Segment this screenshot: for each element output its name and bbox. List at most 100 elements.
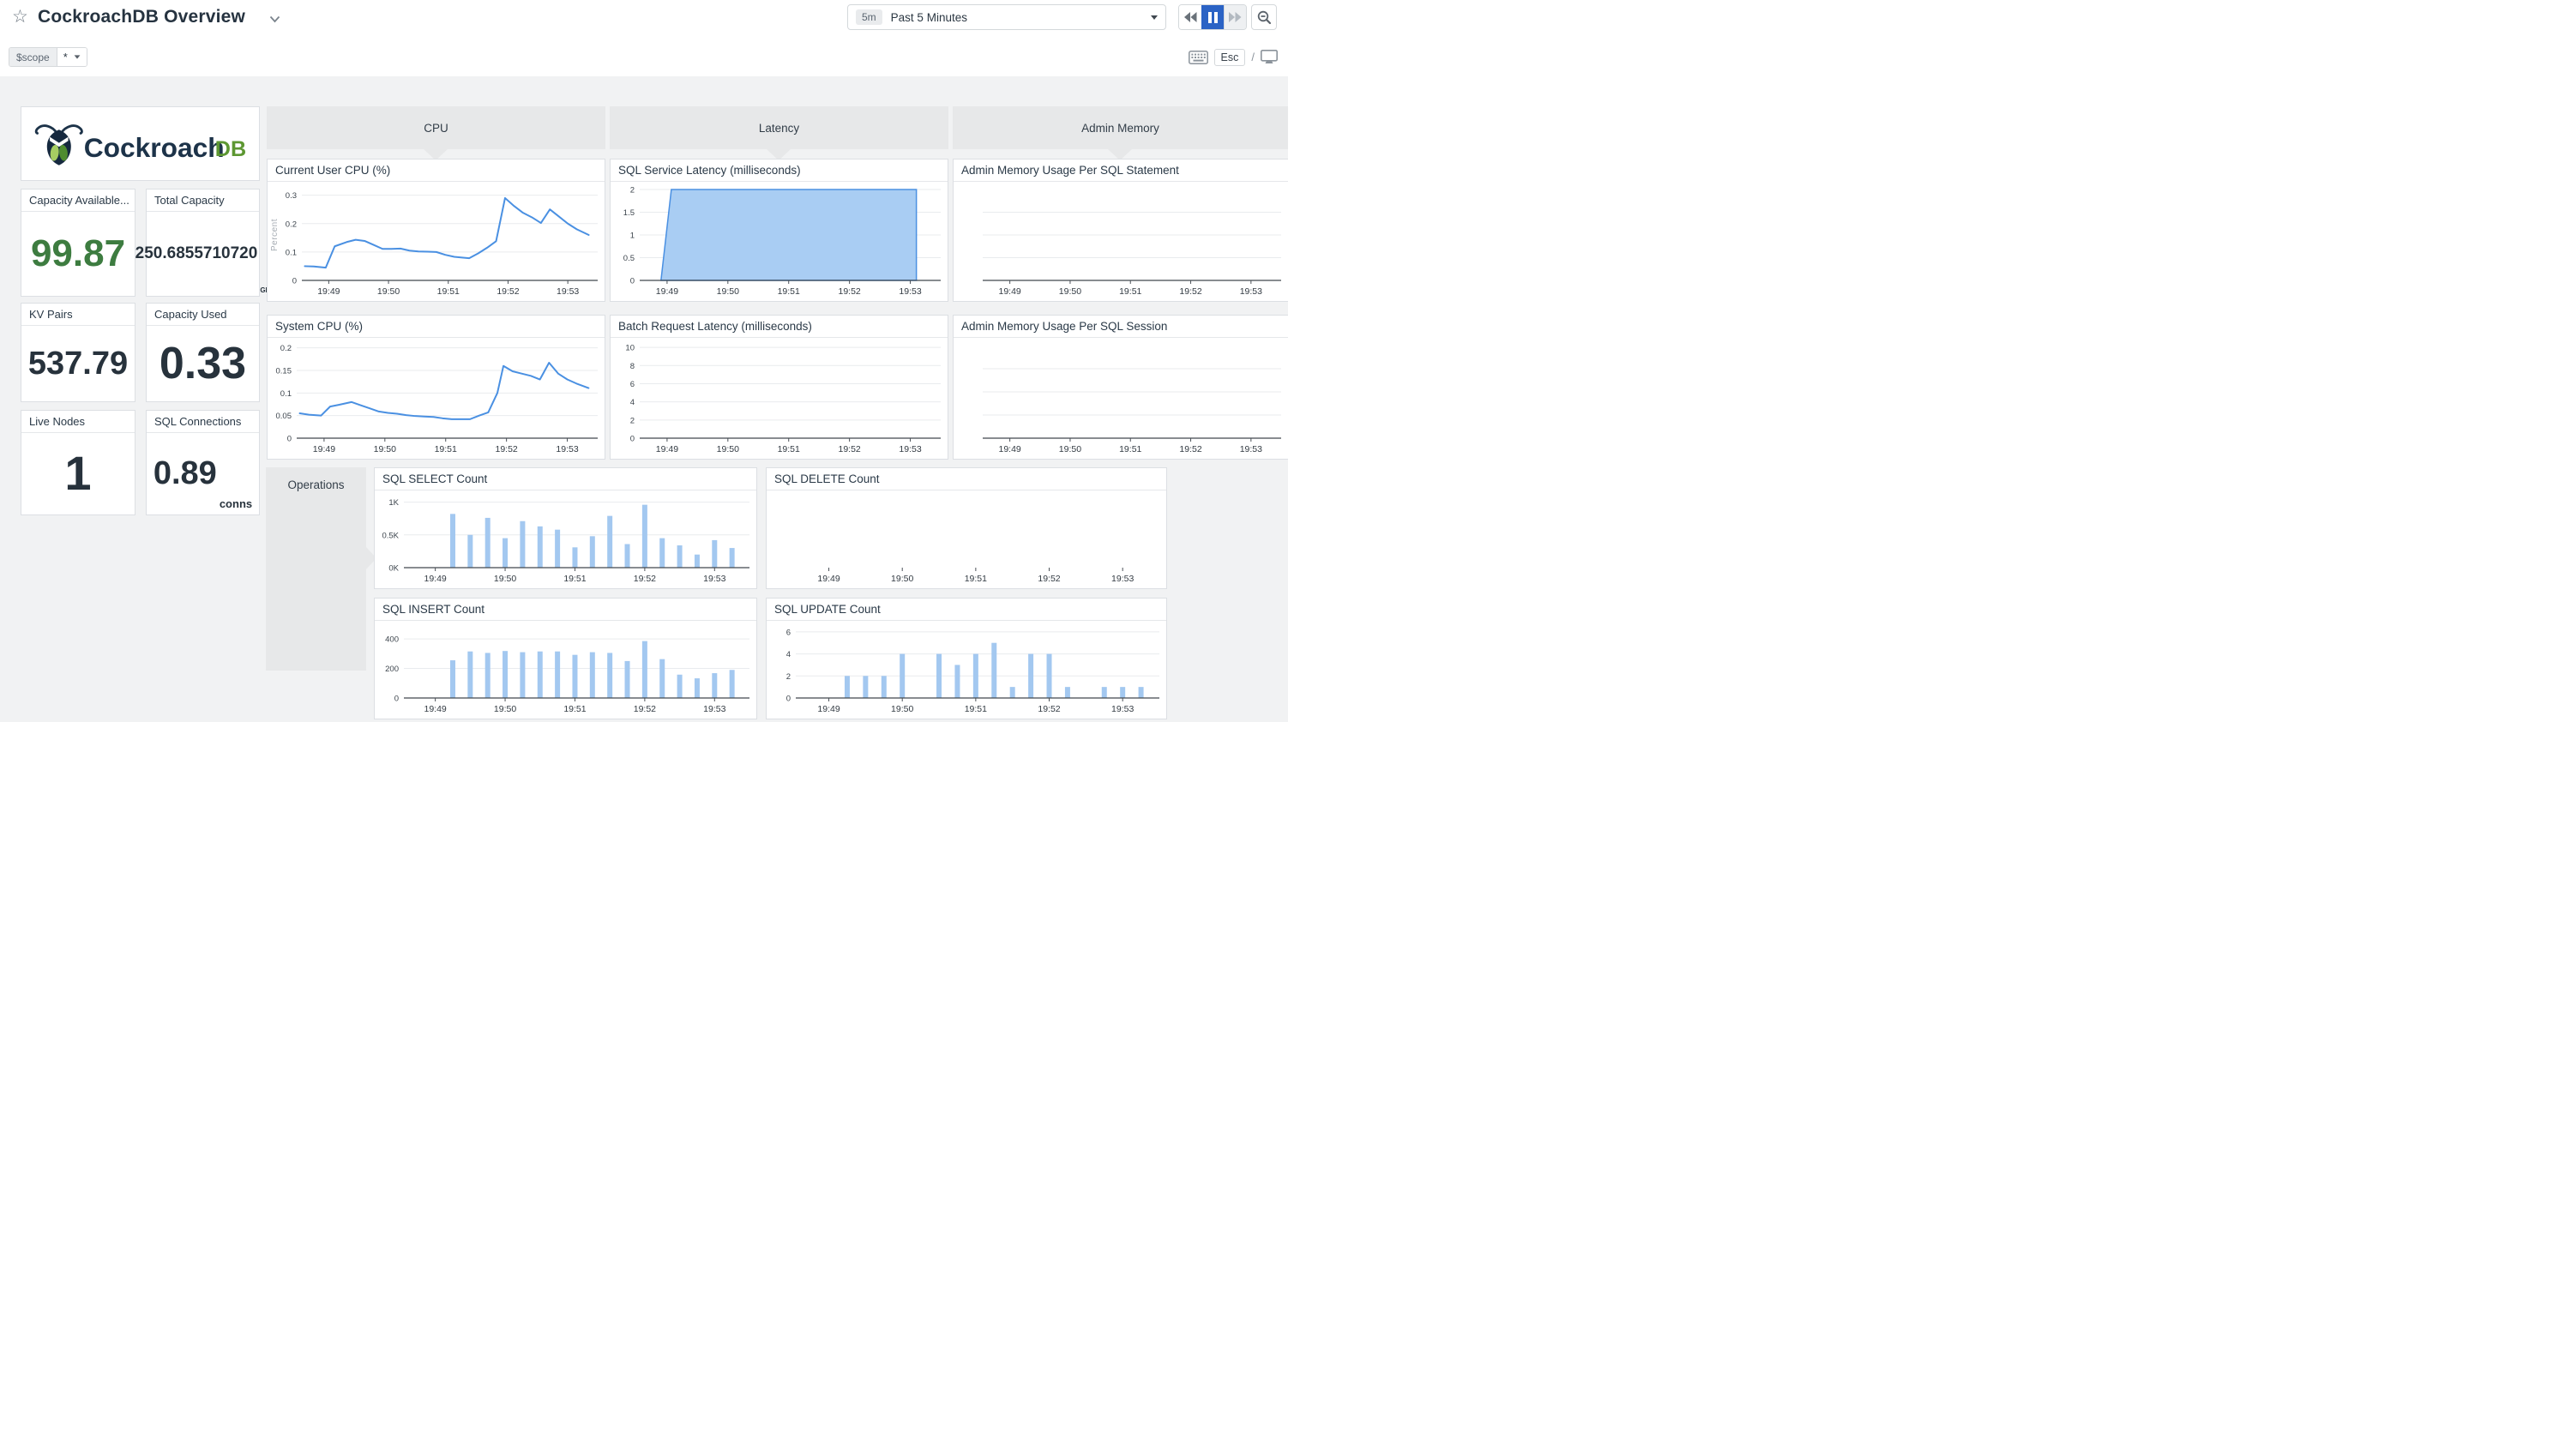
esc-button[interactable]: Esc	[1213, 48, 1246, 66]
svg-text:19:52: 19:52	[497, 286, 519, 297]
svg-text:19:50: 19:50	[494, 704, 516, 714]
chart-title: Current User CPU (%)	[268, 159, 605, 182]
svg-text:6: 6	[786, 628, 791, 637]
group-label: CPU	[424, 121, 448, 135]
group-header-cpu[interactable]: CPU	[267, 106, 605, 149]
chart-title: Admin Memory Usage Per SQL Statement	[954, 159, 1288, 182]
chart-title: SQL INSERT Count	[375, 599, 756, 621]
page-title: CockroachDB Overview	[38, 7, 246, 27]
fast-forward-button[interactable]	[1224, 5, 1246, 29]
sql-select-count-chart[interactable]: 0K 0.5K 1K 19:49 19:50 19:51 19:52 19:53	[375, 491, 756, 588]
svg-text:19:49: 19:49	[998, 286, 1020, 297]
scope-value-label: *	[63, 51, 68, 63]
svg-text:19:52: 19:52	[838, 286, 860, 297]
stat-capacity-used: Capacity Used 0.33	[146, 303, 260, 402]
stat-value: 0.33	[159, 338, 247, 388]
svg-text:19:49: 19:49	[313, 444, 335, 454]
svg-text:19:53: 19:53	[899, 444, 921, 454]
time-range-caret-icon	[1151, 15, 1158, 20]
svg-text:1: 1	[630, 232, 635, 241]
svg-text:4: 4	[786, 650, 791, 659]
svg-text:0K: 0K	[388, 564, 399, 574]
svg-text:19:51: 19:51	[435, 444, 457, 454]
time-range-select[interactable]: 5m Past 5 Minutes	[847, 4, 1166, 30]
svg-text:Percent: Percent	[270, 219, 280, 251]
svg-text:19:53: 19:53	[1111, 574, 1134, 584]
favorite-star-icon[interactable]: ☆	[12, 6, 28, 27]
stat-total-capacity: Total Capacity 250.6855710720 GB	[135, 189, 270, 297]
svg-text:19:51: 19:51	[778, 286, 800, 297]
svg-text:19:50: 19:50	[717, 444, 739, 454]
svg-text:19:53: 19:53	[1240, 286, 1262, 297]
svg-text:0.05: 0.05	[276, 412, 292, 421]
logo-suffix: DB	[214, 137, 245, 161]
chart-panel-sql-select: SQL SELECT Count 0K 0.5K 1K 19:49 19:50 19:51…	[374, 467, 757, 589]
fullscreen-monitor-icon[interactable]	[1261, 50, 1278, 64]
playback-controls	[1178, 4, 1247, 30]
svg-text:19:52: 19:52	[838, 444, 860, 454]
current-user-cpu-chart[interactable]: 0 0.1 0.2 0.3 19:49 19:50 19:51 19:52 19:53 Perce…	[268, 183, 605, 301]
stat-capacity-available: Capacity Available... 99.87	[21, 189, 135, 297]
chart-title: SQL Service Latency (milliseconds)	[611, 159, 948, 182]
zoom-out-button[interactable]	[1251, 4, 1277, 30]
slash-separator: /	[1251, 51, 1255, 63]
svg-text:400: 400	[385, 635, 399, 645]
svg-text:19:49: 19:49	[656, 286, 678, 297]
stat-title: SQL Connections	[147, 411, 259, 433]
group-header-operations[interactable]: Operations	[266, 467, 366, 671]
batch-request-latency-chart[interactable]: 0 2 4 6 8 10 19:49 19:50 19:51 19:52 19:53	[611, 339, 948, 459]
svg-text:2: 2	[630, 186, 635, 196]
svg-text:19:49: 19:49	[317, 286, 340, 297]
pause-button[interactable]	[1201, 5, 1224, 29]
svg-text:19:50: 19:50	[717, 286, 739, 297]
group-header-latency[interactable]: Latency	[610, 106, 948, 149]
svg-text:19:53: 19:53	[899, 286, 921, 297]
group-header-admin-memory[interactable]: Admin Memory	[953, 106, 1288, 149]
sql-insert-count-chart[interactable]: 0 200 400 19:49 19:50 19:51 19:52 19:53	[375, 622, 756, 719]
svg-text:19:52: 19:52	[634, 704, 656, 714]
svg-text:6: 6	[630, 380, 635, 389]
svg-text:0: 0	[394, 695, 399, 704]
svg-text:2: 2	[630, 416, 635, 425]
template-variable-scope[interactable]: $scope *	[9, 47, 87, 67]
chart-panel-sql-service-latency: SQL Service Latency (milliseconds) 0 0.5 1…	[610, 159, 948, 302]
svg-text:19:53: 19:53	[556, 444, 578, 454]
chart-panel-system-cpu: System CPU (%) 0 0.05 0.1 0.15 0.2 19:49 19:50…	[267, 315, 605, 460]
admin-memory-session-chart[interactable]: 19:49 19:50 19:51 19:52 19:53	[954, 339, 1288, 459]
keyboard-icon[interactable]	[1188, 50, 1208, 64]
stat-live-nodes: Live Nodes 1	[21, 410, 135, 515]
stat-kv-pairs: KV Pairs 537.79	[21, 303, 135, 402]
stat-sql-connections: SQL Connections 0.89 conns	[146, 410, 260, 515]
title-chevron-down-icon[interactable]	[269, 15, 280, 23]
sql-delete-count-chart[interactable]: 19:49 19:50 19:51 19:52 19:53	[767, 491, 1166, 588]
svg-text:0.5: 0.5	[623, 254, 635, 263]
sql-service-latency-chart[interactable]: 0 0.5 1 1.5 2 19:49 19:50 19:51 19:52 19:53	[611, 183, 948, 301]
chart-title: SQL DELETE Count	[767, 468, 1166, 490]
svg-text:19:51: 19:51	[437, 286, 460, 297]
svg-text:19:51: 19:51	[965, 704, 987, 714]
svg-text:1.5: 1.5	[623, 208, 635, 218]
svg-text:19:53: 19:53	[703, 704, 725, 714]
stat-value: 250.6855710720	[135, 244, 258, 262]
chart-panel-admin-mem-statement: Admin Memory Usage Per SQL Statement 19:…	[953, 159, 1288, 302]
admin-memory-statement-chart[interactable]: 19:49 19:50 19:51 19:52 19:53	[954, 183, 1288, 301]
time-range-badge: 5m	[856, 9, 882, 25]
chart-panel-batch-request-latency: Batch Request Latency (milliseconds) 0 2 4…	[610, 315, 948, 460]
chart-panel-admin-mem-session: Admin Memory Usage Per SQL Session 19:49…	[953, 315, 1288, 460]
rewind-button[interactable]	[1179, 5, 1201, 29]
system-cpu-chart[interactable]: 0 0.05 0.1 0.15 0.2 19:49 19:50 19:51 19:52 19:53	[268, 339, 605, 459]
sql-update-count-chart[interactable]: 0 2 4 6 19:49 19:50 19:51 19:52 19:53	[767, 622, 1166, 719]
svg-text:0: 0	[630, 435, 635, 444]
svg-text:19:51: 19:51	[563, 704, 586, 714]
svg-text:19:49: 19:49	[424, 574, 446, 584]
scope-value-select[interactable]: *	[56, 48, 87, 66]
svg-text:0: 0	[630, 277, 635, 286]
chart-panel-sql-insert: SQL INSERT Count 0 200 400 19:49 19:50 19:51 1…	[374, 598, 757, 719]
svg-text:19:49: 19:49	[817, 704, 840, 714]
svg-text:19:49: 19:49	[656, 444, 678, 454]
logo-word: Cockroach	[83, 131, 224, 162]
svg-text:0.1: 0.1	[286, 248, 297, 257]
svg-text:10: 10	[625, 344, 635, 353]
svg-text:19:53: 19:53	[1240, 444, 1262, 454]
chart-title: Batch Request Latency (milliseconds)	[611, 316, 948, 338]
